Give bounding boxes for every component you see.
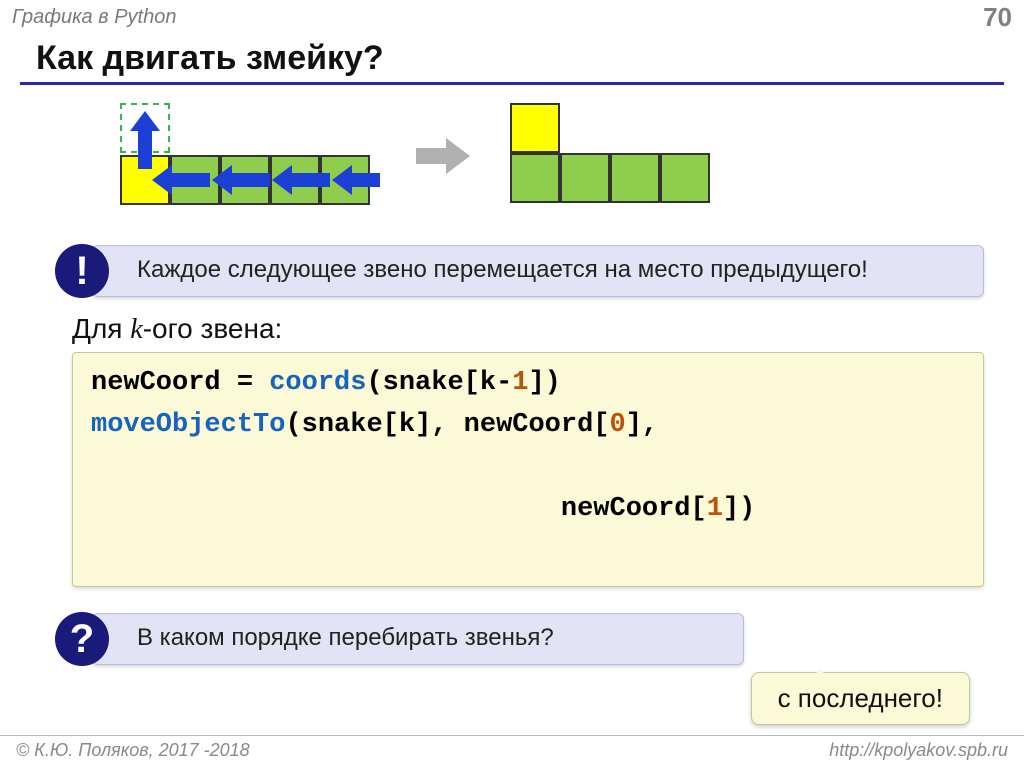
question-badge: ? — [55, 612, 109, 666]
exclamation-badge: ! — [55, 244, 109, 298]
course-name: Графика в Python — [12, 6, 176, 29]
arrow-left-icon — [152, 165, 210, 195]
snake-head-cell — [510, 103, 560, 153]
snake-body-cell — [560, 153, 610, 203]
callout-text: В каком порядке перебирать звенья? — [137, 624, 554, 651]
footer: © К.Ю. Поляков, 2017 -2018 http://kpolya… — [0, 735, 1024, 767]
top-bar: Графика в Python 70 — [0, 0, 1024, 33]
code-line: moveObjectTo(snake[k], newCoord[0], — [91, 405, 965, 447]
arrow-left-icon — [272, 165, 330, 195]
snake-body-cell — [660, 153, 710, 203]
answer-box: с последнего! — [751, 672, 970, 725]
footer-url: http://kpolyakov.spb.ru — [829, 740, 1008, 761]
callout-text: Каждое следующее звено перемещается на м… — [137, 256, 868, 283]
code-block: newCoord = coords(snake[k-1]) moveObject… — [72, 352, 984, 587]
code-line: newCoord[1]) — [91, 447, 965, 573]
arrow-left-icon — [212, 165, 270, 195]
snake-before — [120, 103, 376, 209]
arrow-right-icon — [416, 138, 470, 174]
snake-diagram — [120, 103, 1024, 209]
slide-title: Как двигать змейку? — [0, 33, 1024, 82]
copyright: © К.Ю. Поляков, 2017 -2018 — [16, 740, 250, 761]
arrow-left-icon — [332, 165, 380, 195]
snake-after — [510, 103, 760, 209]
snake-body-cell — [610, 153, 660, 203]
callout-question: ? В каком порядке перебирать звенья? — [92, 613, 744, 665]
for-k-label: Для k-ого звена: — [72, 313, 1024, 346]
title-underline — [20, 82, 1004, 85]
callout-move: ! Каждое следующее звено перемещается на… — [92, 245, 984, 297]
page-number: 70 — [983, 2, 1012, 33]
arrow-up-icon — [130, 111, 160, 169]
code-line: newCoord = coords(snake[k-1]) — [91, 363, 965, 405]
snake-body-cell — [510, 153, 560, 203]
